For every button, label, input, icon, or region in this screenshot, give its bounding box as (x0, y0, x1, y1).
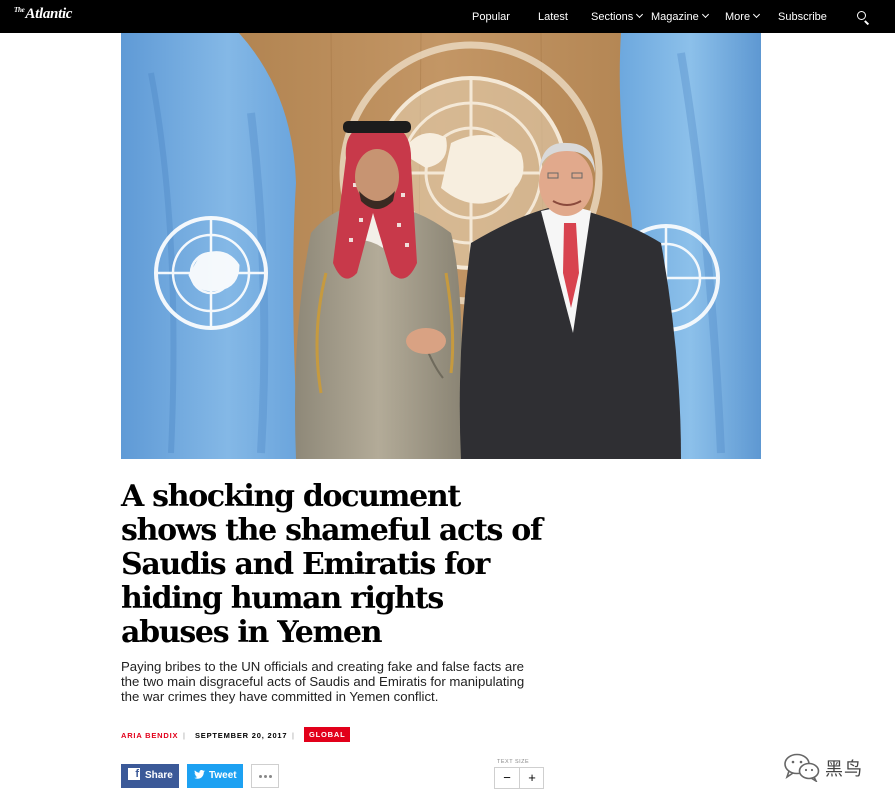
nav-sections-label: Sections (591, 11, 634, 23)
section-tag[interactable]: GLOBAL (304, 727, 351, 742)
nav-magazine-label: Magazine (651, 11, 699, 23)
search-icon[interactable] (856, 10, 870, 25)
chevron-down-icon (701, 10, 709, 19)
logo-prefix: The (14, 6, 25, 14)
nav-subscribe[interactable]: Subscribe (778, 10, 827, 24)
facebook-share-label: Share (145, 770, 173, 781)
twitter-bird-icon (194, 769, 205, 779)
nav-more[interactable]: More (725, 10, 761, 24)
article-dek: Paying bribes to the UN officials and cr… (121, 659, 525, 705)
wechat-logo-icon (784, 753, 820, 784)
publish-date: SEPTEMBER 20, 2017 (195, 731, 288, 740)
nav-popular[interactable]: Popular (472, 10, 510, 24)
nav-more-label: More (725, 11, 751, 23)
watermark-text: 黑鸟 (825, 759, 863, 780)
facebook-icon: f (128, 768, 140, 781)
top-nav-bar: TheAtlantic Popular Latest Sections Maga… (0, 0, 895, 33)
nav-sections[interactable]: Sections (591, 10, 644, 24)
author-link[interactable]: ARIA BENDIX (121, 731, 178, 740)
nav-magazine[interactable]: Magazine (651, 10, 709, 24)
facebook-share-button[interactable]: f Share (121, 764, 179, 788)
hero-photo-illustration (121, 33, 761, 459)
ellipsis-icon (259, 775, 262, 778)
logo-text: Atlantic (25, 6, 73, 22)
text-size-decrease-button[interactable]: − (495, 768, 519, 788)
chevron-down-icon (636, 10, 644, 19)
nav-latest[interactable]: Latest (538, 10, 568, 24)
chevron-down-icon (753, 10, 761, 19)
byline-separator: | (292, 731, 295, 740)
byline-separator: | (183, 731, 186, 740)
twitter-share-label: Tweet (209, 770, 237, 781)
text-size-label: TEXT SIZE (497, 759, 530, 765)
site-logo[interactable]: TheAtlantic (14, 7, 72, 22)
handshake (406, 328, 446, 354)
text-size-control: − + (494, 767, 544, 789)
hero-photo (121, 33, 761, 459)
un-flag-left (121, 33, 299, 459)
twitter-share-button[interactable]: Tweet (187, 764, 243, 788)
text-size-increase-button[interactable]: + (520, 768, 544, 788)
wechat-watermark: 黑鸟 (783, 752, 873, 784)
article-headline: A shocking document shows the shameful a… (121, 479, 543, 650)
more-share-button[interactable] (251, 764, 279, 788)
